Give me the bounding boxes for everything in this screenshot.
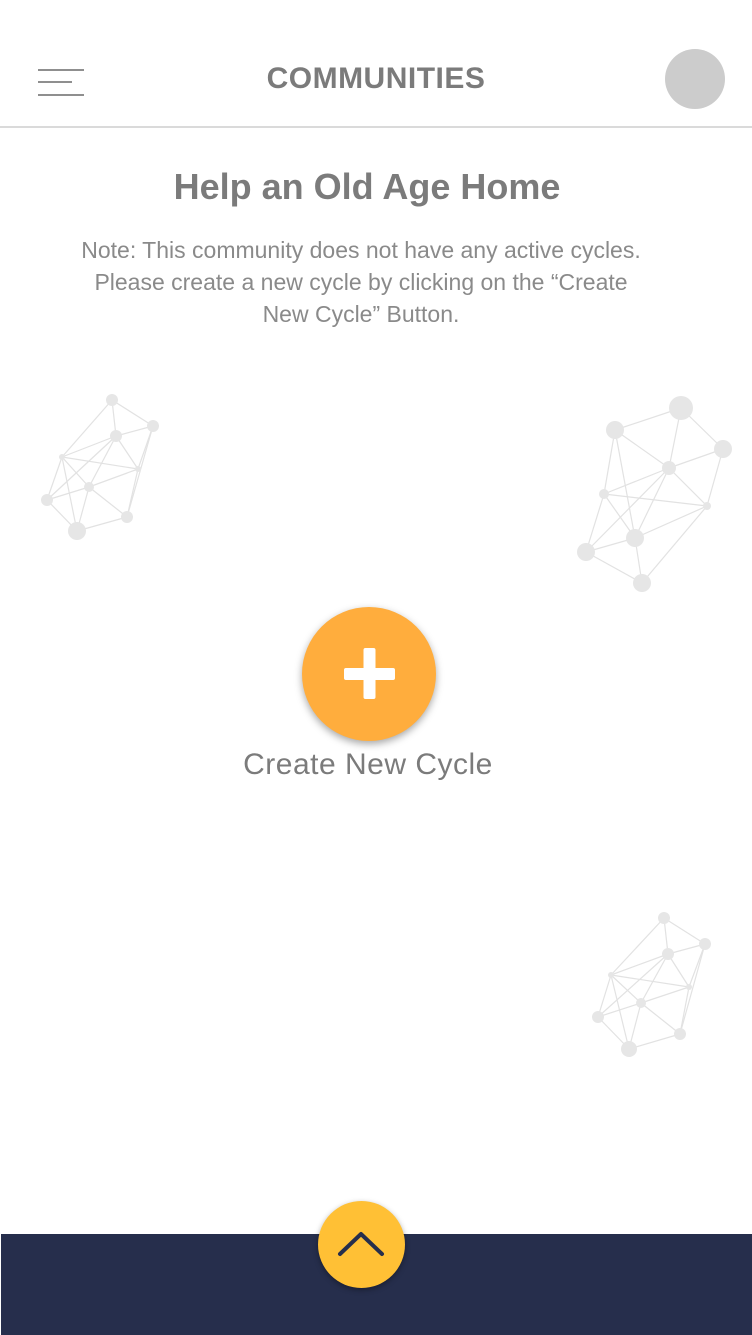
- app-header: COMMUNITIES: [0, 0, 752, 128]
- create-cycle-label[interactable]: Create New Cycle: [0, 748, 736, 782]
- page-title: COMMUNITIES: [266, 62, 486, 95]
- avatar[interactable]: [665, 49, 725, 109]
- community-title: Help an Old Age Home: [173, 166, 561, 207]
- chevron-up-icon: [338, 1232, 384, 1256]
- plus-icon: [344, 648, 395, 699]
- network-graph-icon: [41, 394, 159, 540]
- expand-up-button[interactable]: [318, 1201, 405, 1288]
- empty-state-note: Note: This community does not have any a…: [81, 237, 641, 327]
- network-graph-icon: [592, 912, 711, 1057]
- network-graph-icon: [577, 396, 732, 592]
- create-cycle-button[interactable]: [302, 607, 436, 741]
